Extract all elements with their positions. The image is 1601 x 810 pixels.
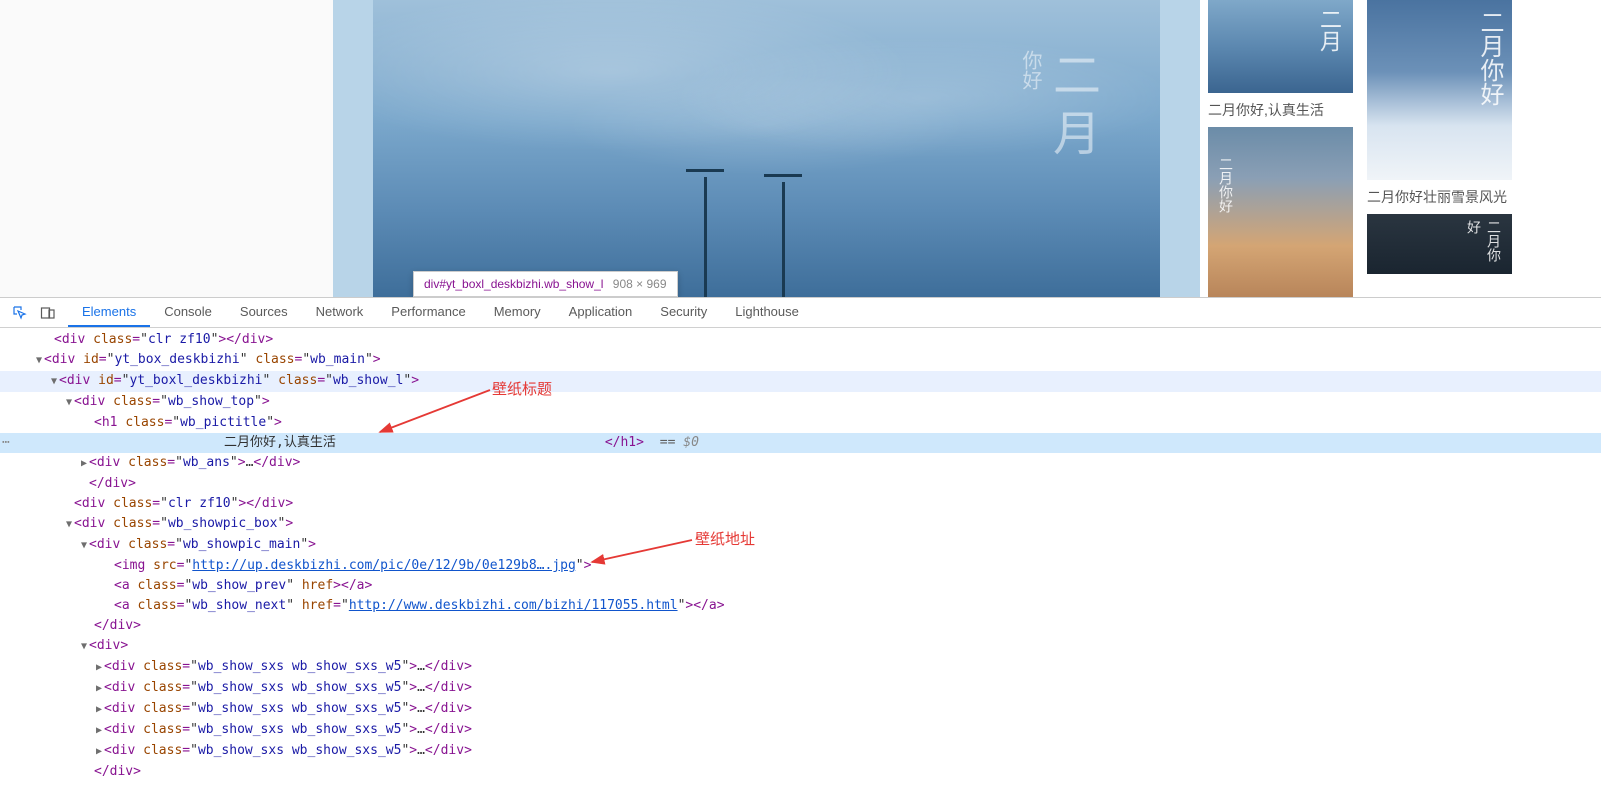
dom-node[interactable]: <div class="wb_show_sxs wb_show_sxs_w5">…: [0, 657, 1601, 678]
dom-node[interactable]: <h1 class="wb_pictitle">: [0, 413, 1601, 433]
dom-node[interactable]: <div class="clr zf10"></div>: [0, 330, 1601, 350]
caret-icon[interactable]: [64, 393, 74, 413]
caret-icon[interactable]: [49, 372, 59, 392]
dom-node[interactable]: <div class="wb_show_sxs wb_show_sxs_w5">…: [0, 678, 1601, 699]
devtools-tabs: Elements Console Sources Network Perform…: [68, 298, 813, 327]
webpage-preview: 你好 二月 div#yt_boxl_deskbizhi.wb_show_l 90…: [0, 0, 1601, 297]
tab-network[interactable]: Network: [302, 298, 378, 327]
dom-node[interactable]: </div>: [0, 762, 1601, 782]
tab-application[interactable]: Application: [555, 298, 647, 327]
img-src-link[interactable]: http://up.deskbizhi.com/pic/0e/12/9b/0e1…: [192, 558, 576, 573]
dom-node[interactable]: </div>: [0, 474, 1601, 494]
dom-node[interactable]: <div class="wb_show_sxs wb_show_sxs_w5">…: [0, 741, 1601, 762]
dom-node[interactable]: <div class="wb_show_top">: [0, 392, 1601, 413]
caret-icon[interactable]: [94, 658, 104, 678]
caret-icon[interactable]: [94, 679, 104, 699]
thumbnail[interactable]: 二月你好: [1367, 214, 1512, 274]
webpage-left-margin: [0, 0, 333, 297]
tab-console[interactable]: Console: [150, 298, 226, 327]
caret-icon[interactable]: [79, 637, 89, 657]
a-href-link[interactable]: http://www.deskbizhi.com/bizhi/117055.ht…: [349, 598, 678, 613]
wallpaper-text-small: 你好: [1016, 50, 1045, 90]
caret-icon[interactable]: [94, 742, 104, 762]
wallpaper-image[interactable]: 你好 二月: [373, 0, 1160, 297]
caret-icon[interactable]: [64, 515, 74, 535]
main-wallpaper-container: 你好 二月 div#yt_boxl_deskbizhi.wb_show_l 90…: [333, 0, 1200, 297]
dom-node[interactable]: <div class="wb_show_sxs wb_show_sxs_w5">…: [0, 720, 1601, 741]
thumbnail-label: 二月你好壮丽雪景风光: [1367, 184, 1512, 214]
elements-dom-tree[interactable]: 壁纸标题 壁纸地址 <div class="clr zf10"></div><d…: [0, 328, 1601, 810]
caret-icon[interactable]: [79, 454, 89, 474]
dom-node[interactable]: <div class="wb_show_sxs wb_show_sxs_w5">…: [0, 699, 1601, 720]
dom-node[interactable]: <div class="wb_ans">…</div>: [0, 453, 1601, 474]
thumbnail[interactable]: 二月你好: [1367, 0, 1512, 180]
wallpaper-text-large: 二月: [1042, 50, 1100, 166]
dom-node[interactable]: <div>: [0, 636, 1601, 657]
tooltip-dimensions: 908 × 969: [613, 277, 667, 291]
tab-sources[interactable]: Sources: [226, 298, 302, 327]
tab-lighthouse[interactable]: Lighthouse: [721, 298, 813, 327]
dom-node[interactable]: <img src="http://up.deskbizhi.com/pic/0e…: [0, 556, 1601, 576]
dom-node[interactable]: <div class="wb_showpic_main">: [0, 535, 1601, 556]
element-dimensions-tooltip: div#yt_boxl_deskbizhi.wb_show_l 908 × 96…: [413, 271, 678, 297]
dom-node[interactable]: <a class="wb_show_prev" href></a>: [0, 576, 1601, 596]
dom-node[interactable]: <div class="clr zf10"></div>: [0, 494, 1601, 514]
inspect-element-icon[interactable]: [6, 299, 34, 327]
tab-memory[interactable]: Memory: [480, 298, 555, 327]
dom-node[interactable]: <div id="yt_box_deskbizhi" class="wb_mai…: [0, 350, 1601, 371]
dom-node[interactable]: <a class="wb_show_next" href="http://www…: [0, 596, 1601, 616]
tab-security[interactable]: Security: [646, 298, 721, 327]
caret-icon[interactable]: [79, 536, 89, 556]
tab-elements[interactable]: Elements: [68, 298, 150, 327]
dom-node[interactable]: <div class="wb_showpic_box">: [0, 514, 1601, 535]
dom-node[interactable]: <div id="yt_boxl_deskbizhi" class="wb_sh…: [0, 371, 1601, 392]
tab-performance[interactable]: Performance: [377, 298, 479, 327]
dom-node[interactable]: </div>: [0, 616, 1601, 636]
sidebar-thumbnails: 二月 二月你好,认真生活 二月你好 二月你好 二月你好壮丽雪景风光 二月你好: [1200, 0, 1601, 297]
dom-node[interactable]: ⋯二月你好,认真生活</h1> == $0: [0, 433, 1601, 453]
device-toolbar-icon[interactable]: [34, 299, 62, 327]
ellipsis-icon[interactable]: ⋯: [2, 433, 10, 453]
thumbnail[interactable]: 二月: [1208, 0, 1353, 93]
devtools-panel: Elements Console Sources Network Perform…: [0, 297, 1601, 810]
caret-icon[interactable]: [34, 351, 44, 371]
caret-icon[interactable]: [94, 700, 104, 720]
devtools-toolbar: Elements Console Sources Network Perform…: [0, 298, 1601, 328]
caret-icon[interactable]: [94, 721, 104, 741]
tooltip-selector: div#yt_boxl_deskbizhi.wb_show_l: [424, 277, 603, 291]
thumbnail[interactable]: 二月你好: [1208, 127, 1353, 297]
thumbnail-label: 二月你好,认真生活: [1208, 97, 1353, 127]
